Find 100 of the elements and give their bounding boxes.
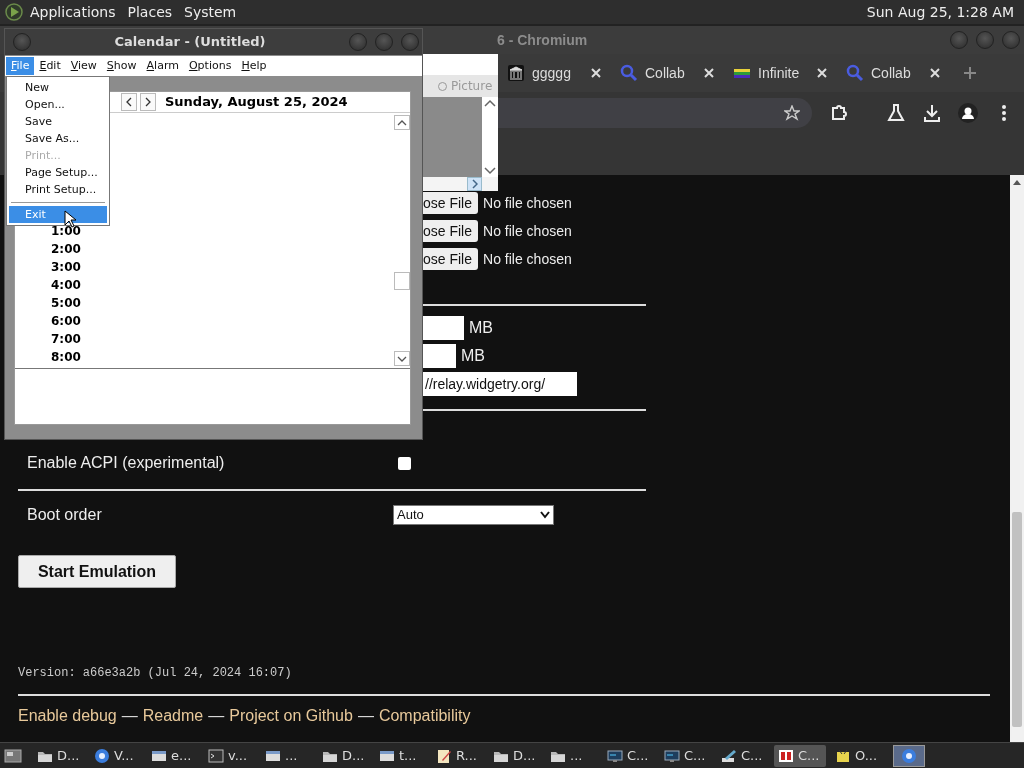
taskbar-item[interactable]: D... [318, 744, 370, 767]
menu-item[interactable]: Save As... [9, 130, 107, 147]
taskbar-item[interactable]: V... [90, 744, 142, 767]
previous-button[interactable] [121, 93, 137, 111]
globe-icon [94, 747, 110, 764]
window-title: 6 - Chromium [497, 30, 588, 50]
chevron-down-icon [397, 355, 407, 362]
scroll-up-button[interactable] [394, 115, 410, 130]
scroll-down-button[interactable] [394, 351, 410, 366]
menu-item[interactable]: Save [9, 113, 107, 130]
taskbar-item[interactable]: C... [603, 744, 655, 767]
setting-label: Boot order [26, 505, 103, 525]
taskbar-item[interactable]: C... [717, 744, 769, 767]
chevron-right-icon [471, 179, 478, 189]
taskbar-item[interactable]: ... [261, 744, 313, 767]
footer-link[interactable]: Compatibility [378, 706, 471, 726]
memory-size-field[interactable] [423, 344, 456, 368]
menu-item[interactable]: Show [101, 56, 142, 76]
footer-link[interactable]: Readme [142, 706, 204, 726]
browser-tab[interactable]: ggggg [497, 58, 610, 88]
version-text: Version: a66e3a2b (Jul 24, 2024 16:07) [18, 665, 293, 682]
panel-menu[interactable]: Places [121, 2, 179, 22]
relay-url-field[interactable]: //relay.widgetry.org/ [423, 372, 577, 396]
scroll-thumb[interactable] [394, 272, 410, 290]
choose-file-button[interactable]: ose File [423, 220, 479, 242]
menu-item[interactable]: Print Setup... [9, 181, 107, 198]
menu-item[interactable]: Help [236, 56, 272, 76]
taskbar-item[interactable]: O... [831, 744, 883, 767]
separator-text: — [208, 706, 225, 726]
setting-label: Enable ACPI (experimental) [26, 453, 226, 473]
close-icon[interactable] [703, 67, 715, 79]
tab-title: ggggg [532, 63, 572, 83]
separator-text: — [121, 706, 138, 726]
footer-link[interactable]: Project on Github [229, 706, 353, 726]
tab-title: Collab [871, 63, 912, 83]
footer-link[interactable]: Enable debug [18, 706, 117, 726]
globe-icon [901, 747, 917, 764]
taskbar-item[interactable]: R... [432, 744, 484, 767]
browser-tab[interactable]: Collab [836, 58, 949, 88]
show-desktop-icon[interactable] [4, 746, 22, 765]
file-status: No file chosen [483, 221, 572, 241]
taskbar-item[interactable]: D... [33, 744, 85, 767]
menu-item[interactable]: Options [183, 56, 237, 76]
chevron-down-icon[interactable] [484, 167, 496, 175]
panel-menu[interactable]: Applications [24, 2, 122, 22]
time-label: 6:00 [51, 313, 82, 330]
window-title: Calendar - (Untitled) [113, 33, 267, 52]
search-icon [846, 64, 864, 82]
taskbar-item[interactable]: ... [546, 744, 598, 767]
puzzle-icon[interactable] [830, 103, 850, 123]
browser-tab[interactable]: Collab [610, 58, 723, 88]
memory-size-field[interactable] [423, 316, 464, 340]
monitor-icon [664, 747, 680, 764]
acpi-checkbox[interactable] [398, 456, 411, 470]
close-icon[interactable] [929, 67, 941, 79]
choose-file-button[interactable]: ose File [423, 192, 479, 214]
menu-item[interactable]: New [9, 79, 107, 96]
scrollbar[interactable] [1010, 175, 1024, 742]
plus-icon[interactable] [963, 66, 977, 80]
close-icon[interactable] [590, 67, 602, 79]
taskbar-item[interactable]: e... [147, 744, 199, 767]
taskbar-item[interactable]: t... [375, 744, 427, 767]
profile-icon[interactable] [958, 103, 978, 123]
menu-item[interactable]: Alarm [141, 56, 184, 76]
next-button[interactable] [140, 93, 156, 111]
download-icon[interactable] [922, 103, 942, 123]
panel-menu[interactable]: System [178, 2, 243, 22]
tab-title: Infinite [758, 63, 801, 83]
boot-order-select[interactable]: Auto [393, 505, 554, 525]
tab-title: Collab [645, 63, 686, 83]
menu-item[interactable]: Edit [34, 56, 66, 76]
building-icon [507, 64, 525, 82]
option-label: Picture [451, 78, 493, 95]
browser-tab[interactable]: Infinite [723, 58, 836, 88]
menu-item[interactable]: Open... [9, 96, 107, 113]
scroll-right-button[interactable] [467, 177, 482, 191]
scroll-up-icon[interactable] [1012, 178, 1022, 186]
chevron-up-icon[interactable] [484, 99, 496, 107]
close-icon[interactable] [816, 67, 828, 79]
monitor-icon [607, 747, 623, 764]
time-label: 2:00 [51, 241, 82, 258]
workspace-switcher[interactable] [893, 744, 925, 767]
time-label: 3:00 [51, 259, 82, 276]
taskbar-item[interactable]: C... [774, 744, 826, 767]
star-icon[interactable] [784, 105, 800, 121]
menu-item[interactable]: Page Setup... [9, 164, 107, 181]
time-label: 5:00 [51, 295, 82, 312]
logo-icon[interactable] [4, 2, 24, 22]
taskbar-item[interactable]: v... [204, 744, 256, 767]
separator-text: — [357, 706, 374, 726]
flask-icon[interactable] [886, 103, 906, 123]
menu-item[interactable]: View [65, 56, 102, 76]
taskbar-item[interactable]: D... [489, 744, 541, 767]
taskbar-item[interactable]: C... [660, 744, 712, 767]
start-emulation-button[interactable]: Start Emulation [18, 555, 176, 588]
clock: Sun Aug 25, 1:28 AM [865, 3, 1015, 22]
choose-file-button[interactable]: ose File [423, 248, 479, 270]
file-status: No file chosen [483, 249, 572, 269]
chevron-up-icon [397, 119, 407, 126]
pen-icon [721, 747, 737, 764]
